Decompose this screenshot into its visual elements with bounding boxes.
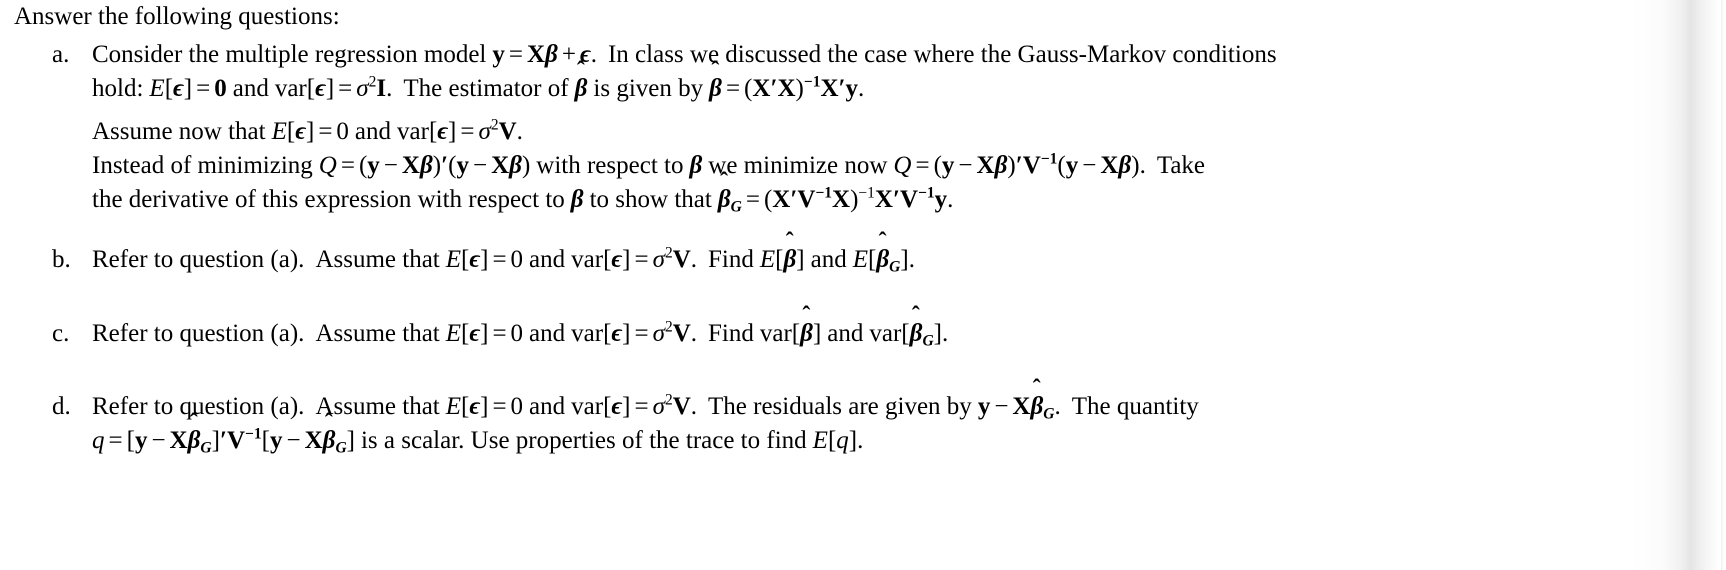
- question-item-b: b. Refer to question (a). Assume that E[ϵ]…: [52, 229, 1726, 277]
- a-text-estimator: The estimator of: [403, 75, 569, 102]
- a-text-toshow: to show that: [589, 186, 712, 213]
- document-sheet: Answer the following questions: a. Consi…: [0, 0, 1726, 570]
- a-text-inclass: In class we discussed the case where the…: [607, 41, 1277, 68]
- a-text-weminimize: we minimize now: [708, 152, 888, 179]
- question-a-line-1: Consider the multiple regression model y =…: [92, 41, 1277, 68]
- b-text-find: Find: [708, 246, 754, 273]
- d-text-and: and: [529, 393, 566, 420]
- question-body-c: Refer to question (a). Assume that E[ϵ] = 0 a…: [92, 303, 1726, 351]
- c-text-find: Find: [708, 320, 754, 347]
- b-text-refer: Refer to question (a).: [92, 246, 305, 273]
- lead-in-text: Answer the following questions:: [14, 3, 340, 30]
- d-text-residuals: The residuals are given by: [708, 393, 972, 420]
- c-text-and: and: [529, 320, 566, 347]
- a-text-given-by: is given by: [593, 75, 704, 102]
- d-text-quantity: The quantity: [1071, 393, 1199, 420]
- d-text-refer: Refer to question (a).: [92, 393, 305, 420]
- question-marker-b: b.: [52, 246, 71, 273]
- b-text-and: and: [529, 246, 566, 273]
- question-d-line-1: Refer to question (a). Assume that E[ϵ] = 0 a…: [92, 376, 1199, 423]
- question-item-c: c. Refer to question (a). Assume that E[ϵ]…: [52, 303, 1726, 351]
- a-text-assume-now: Assume now that: [92, 118, 266, 145]
- a-text-instead: Instead of minimizing: [92, 152, 313, 179]
- a-text-wrt-1: with respect to: [536, 152, 684, 179]
- b-text-and-2: and: [810, 246, 847, 273]
- a-text-take: Take: [1156, 152, 1206, 179]
- question-d-line-2: q = [y − X ˆ βG]′V−1[y − X ˆ βG] is a scalar. Use p…: [92, 410, 864, 457]
- d-text-scalar: is a scalar. Use properties of the trace…: [360, 427, 807, 454]
- question-item-a: a. Consider the multiple regression mode…: [52, 38, 1726, 217]
- a-text-and-1: and: [232, 75, 269, 102]
- question-item-d: d. Refer to question (a). Assume that E[ϵ]…: [52, 376, 1726, 458]
- c-text-refer: Refer to question (a).: [92, 320, 305, 347]
- question-body-d: Refer to question (a). Assume that E[ϵ] = 0 a…: [92, 376, 1726, 458]
- question-body-a: Consider the multiple regression model y =…: [92, 38, 1726, 217]
- question-marker-d: d.: [52, 393, 71, 420]
- c-text-assume: Assume that: [315, 320, 440, 347]
- question-a-line-2: hold: E[ϵ] = 0 and var[ϵ] = σ2I. The estimator o…: [92, 58, 865, 102]
- a-text-derivative: the derivative of this expression with r…: [92, 186, 565, 213]
- question-b-line-1: Refer to question (a). Assume that E[ϵ] = 0 a…: [92, 229, 915, 276]
- a-text-consider: Consider the multiple regression model: [92, 41, 487, 68]
- b-text-assume: Assume that: [315, 246, 440, 273]
- question-body-b: Refer to question (a). Assume that E[ϵ] = 0 a…: [92, 229, 1726, 277]
- question-c-line-1: Refer to question (a). Assume that E[ϵ] = 0 a…: [92, 303, 949, 350]
- a-text-and-2: and: [354, 118, 392, 145]
- question-marker-a: a.: [52, 41, 70, 68]
- question-a-line-3: Assume now that E[ϵ] = 0 and var[ϵ] = σ2V.: [92, 116, 523, 145]
- question-a-line-5: the derivative of this expression with r…: [92, 169, 954, 216]
- question-marker-c: c.: [52, 320, 70, 347]
- d-text-assume: Assume that: [315, 393, 440, 420]
- a-text-hold: hold:: [92, 75, 144, 102]
- c-text-and-2: and: [827, 320, 864, 347]
- question-a-line-4: Instead of minimizing Q = (y − Xβ)′(y − Xβ) with…: [92, 150, 1206, 179]
